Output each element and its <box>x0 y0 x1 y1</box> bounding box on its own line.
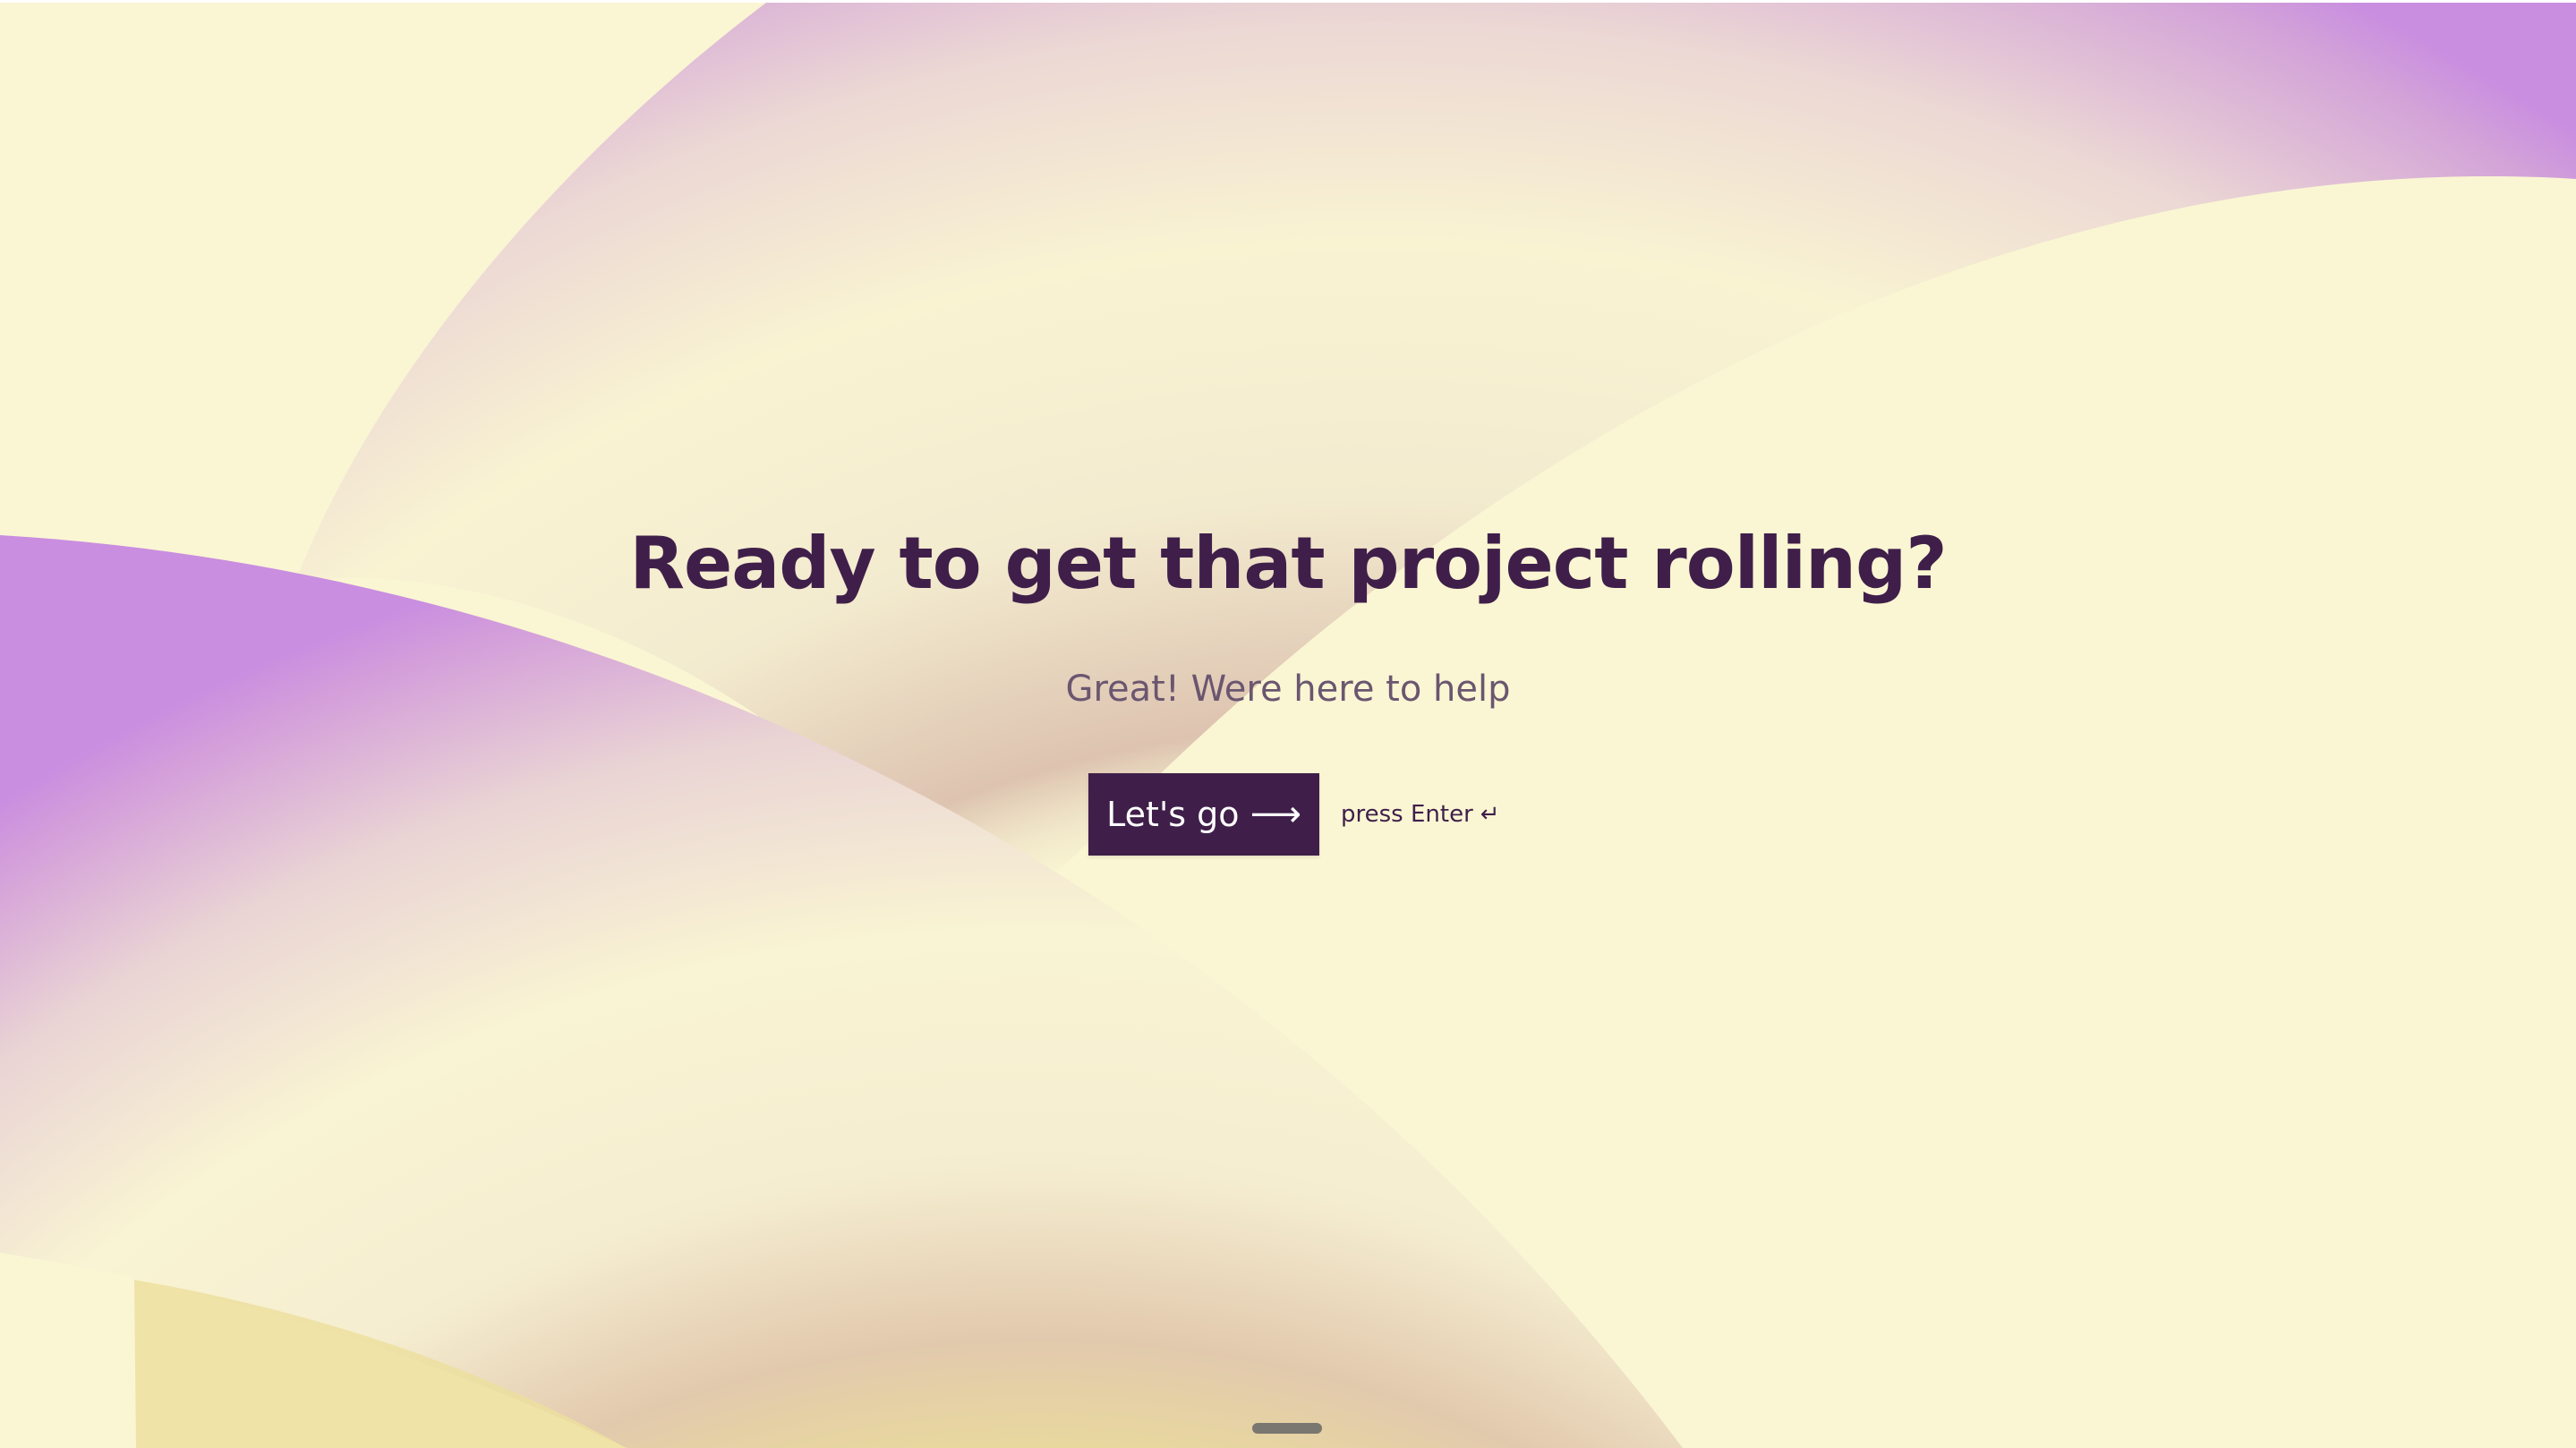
keyboard-hint-text: press Enter <box>1341 801 1473 828</box>
lets-go-button[interactable]: Let's go ⟶ <box>1088 773 1319 856</box>
drag-handle[interactable] <box>1252 1423 1322 1434</box>
page-subtitle: Great! Were here to help <box>1065 669 1511 710</box>
lets-go-label: Let's go <box>1106 795 1240 834</box>
welcome-screen: Ready to get that project rolling? Great… <box>0 0 2576 1448</box>
cta-row: Let's go ⟶ press Enter ↵ <box>1088 773 1500 856</box>
arrow-right-icon: ⟶ <box>1250 794 1301 835</box>
page-title: Ready to get that project rolling? <box>629 522 1947 605</box>
keyboard-hint: press Enter ↵ <box>1341 801 1500 828</box>
enter-key-icon: ↵ <box>1480 801 1500 828</box>
